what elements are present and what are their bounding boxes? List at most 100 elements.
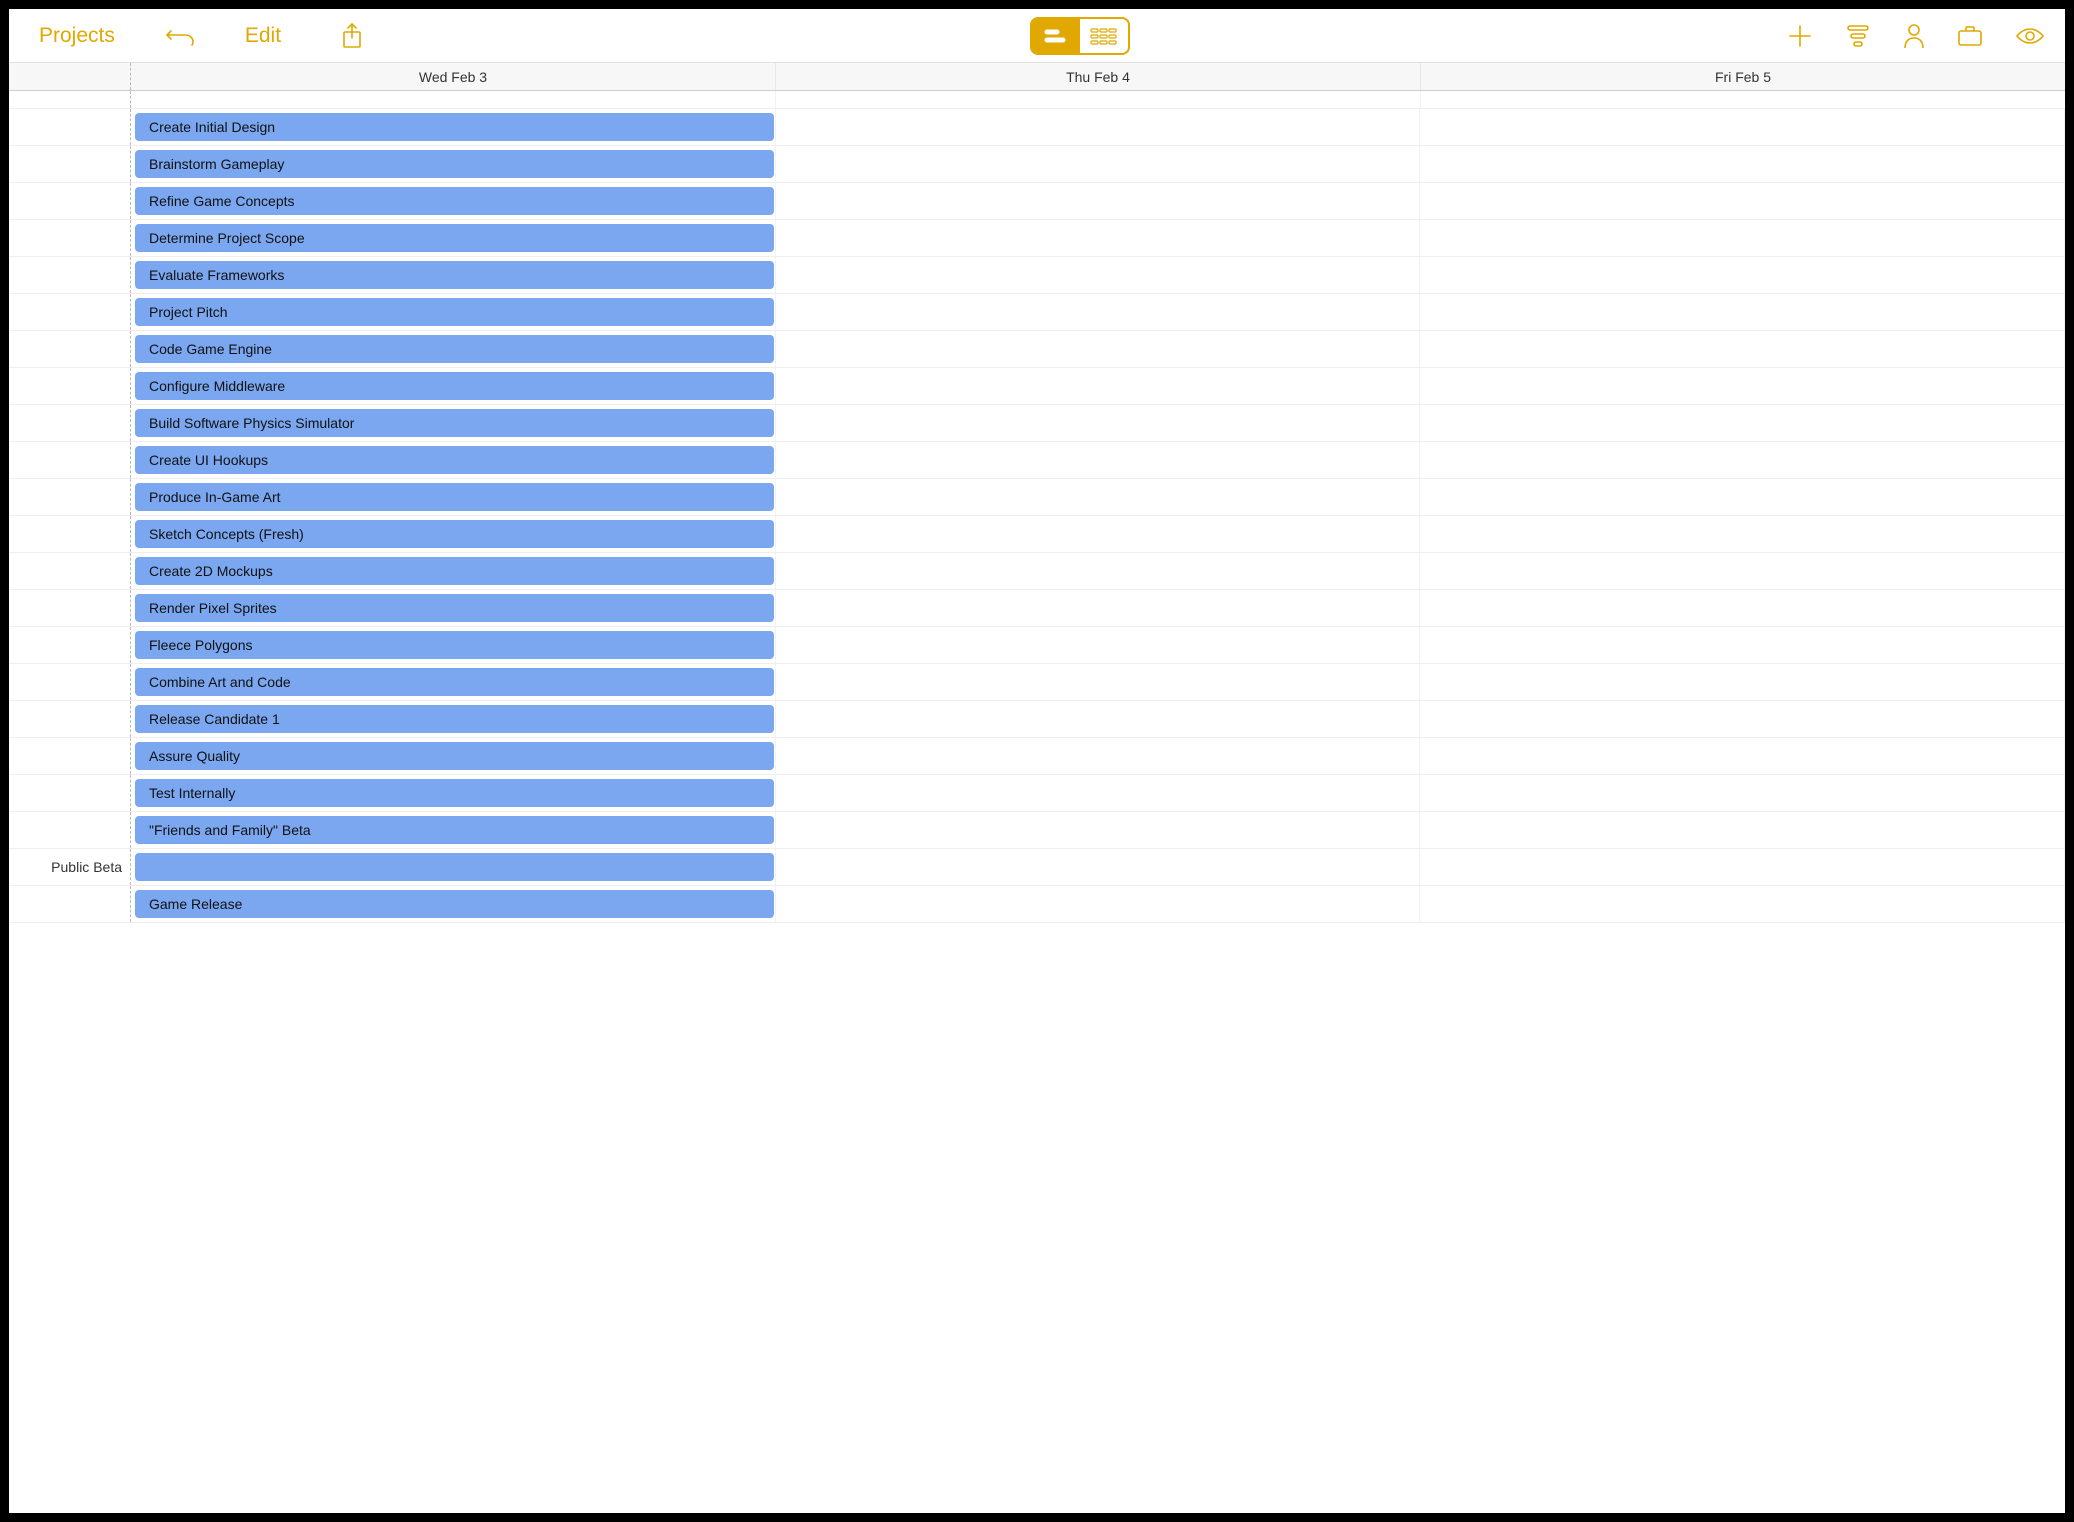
row-day-cell — [1420, 886, 2065, 922]
row-label: Public Beta — [9, 849, 131, 885]
row-day-cell — [1420, 701, 2065, 737]
row-day-cell — [776, 479, 1421, 515]
projects-button[interactable]: Projects — [29, 18, 125, 54]
timeline-row: Produce In-Game Art — [9, 479, 2065, 516]
toolbar-right — [1787, 23, 2045, 49]
task-bar[interactable]: Assure Quality — [135, 742, 774, 770]
row-days: Create 2D Mockups — [131, 553, 2065, 589]
task-bar[interactable]: Project Pitch — [135, 298, 774, 326]
row-days: Code Game Engine — [131, 331, 2065, 367]
row-label — [9, 664, 131, 700]
header-days: Wed Feb 3 Thu Feb 4 Fri Feb 5 — [131, 63, 2065, 90]
person-icon — [1903, 23, 1925, 49]
row-day-cell — [1420, 405, 2065, 441]
header-day-1[interactable]: Thu Feb 4 — [776, 63, 1421, 90]
row-day-cell — [1420, 331, 2065, 367]
toolbar-center — [373, 17, 1787, 55]
timeline-row: Evaluate Frameworks — [9, 257, 2065, 294]
undo-button[interactable] — [155, 19, 205, 53]
timeline-row: Refine Game Concepts — [9, 183, 2065, 220]
share-button[interactable] — [331, 16, 373, 56]
row-day-cell — [776, 109, 1421, 145]
task-bar[interactable]: Determine Project Scope — [135, 224, 774, 252]
row-day-cell — [1420, 368, 2065, 404]
row-label — [9, 516, 131, 552]
row-day-cell — [776, 516, 1421, 552]
task-bar[interactable]: "Friends and Family" Beta — [135, 816, 774, 844]
header-day-2[interactable]: Fri Feb 5 — [1421, 63, 2065, 90]
row-day-cell — [776, 701, 1421, 737]
filters-icon — [1845, 24, 1871, 48]
row-day-cell — [776, 183, 1421, 219]
row-day-cell — [776, 886, 1421, 922]
filters-button[interactable] — [1845, 24, 1871, 48]
row-day-cell — [1420, 553, 2065, 589]
edit-button[interactable]: Edit — [235, 18, 291, 54]
eye-button[interactable] — [2015, 26, 2045, 46]
task-bar[interactable]: Test Internally — [135, 779, 774, 807]
person-button[interactable] — [1903, 23, 1925, 49]
add-button[interactable] — [1787, 23, 1813, 49]
row-day-cell — [1420, 257, 2065, 293]
toolbar: Projects Edit — [9, 9, 2065, 63]
row-days: Build Software Physics Simulator — [131, 405, 2065, 441]
row-days: Brainstorm Gameplay — [131, 146, 2065, 182]
task-bar[interactable]: Create UI Hookups — [135, 446, 774, 474]
task-bar[interactable]: Sketch Concepts (Fresh) — [135, 520, 774, 548]
task-bar[interactable]: Render Pixel Sprites — [135, 594, 774, 622]
timeline-row — [9, 91, 2065, 109]
task-bar[interactable]: Produce In-Game Art — [135, 483, 774, 511]
row-day-cell — [776, 442, 1421, 478]
row-days: Create UI Hookups — [131, 442, 2065, 478]
row-day-cell — [1420, 183, 2065, 219]
row-day-cell — [1420, 627, 2065, 663]
header-day-0[interactable]: Wed Feb 3 — [131, 63, 776, 90]
task-bar[interactable]: Create Initial Design — [135, 113, 774, 141]
task-bar[interactable]: Configure Middleware — [135, 372, 774, 400]
row-day-cell — [1420, 479, 2065, 515]
task-bar[interactable]: Brainstorm Gameplay — [135, 150, 774, 178]
timeline-body[interactable]: Create Initial Design Brainstorm Gameplay… — [9, 91, 2065, 1513]
row-day-cell — [776, 91, 1421, 108]
briefcase-button[interactable] — [1957, 25, 1983, 47]
row-label — [9, 590, 131, 626]
task-bar[interactable]: Refine Game Concepts — [135, 187, 774, 215]
timeline-row: Brainstorm Gameplay — [9, 146, 2065, 183]
task-bar[interactable]: Code Game Engine — [135, 335, 774, 363]
task-bar[interactable]: Create 2D Mockups — [135, 557, 774, 585]
timeline-row: Assure Quality — [9, 738, 2065, 775]
toolbar-left: Projects Edit — [29, 16, 373, 56]
timeline-row: Release Candidate 1 — [9, 701, 2065, 738]
task-bar[interactable]: Release Candidate 1 — [135, 705, 774, 733]
row-day-cell — [776, 220, 1421, 256]
row-label — [9, 331, 131, 367]
task-bar[interactable]: Combine Art and Code — [135, 668, 774, 696]
row-label — [9, 146, 131, 182]
row-day-cell — [776, 664, 1421, 700]
task-bar[interactable]: Evaluate Frameworks — [135, 261, 774, 289]
row-label — [9, 294, 131, 330]
task-bar[interactable]: Game Release — [135, 890, 774, 918]
timeline-row: Configure Middleware — [9, 368, 2065, 405]
gantt-view-icon — [1043, 27, 1069, 45]
row-day-cell — [1420, 516, 2065, 552]
row-day-cell — [1420, 664, 2065, 700]
row-label — [9, 775, 131, 811]
row-day-cell — [776, 590, 1421, 626]
row-day-cell — [776, 812, 1421, 848]
row-day-cell — [776, 146, 1421, 182]
list-view-option[interactable] — [1080, 19, 1128, 53]
share-icon — [341, 22, 363, 50]
eye-icon — [2015, 26, 2045, 46]
task-bar[interactable]: Build Software Physics Simulator — [135, 409, 774, 437]
row-day-cell — [1420, 146, 2065, 182]
timeline-row: Sketch Concepts (Fresh) — [9, 516, 2065, 553]
timeline-row: Combine Art and Code — [9, 664, 2065, 701]
gantt-view-option[interactable] — [1032, 19, 1080, 53]
row-days: Assure Quality — [131, 738, 2065, 774]
task-bar[interactable] — [135, 853, 774, 881]
task-bar[interactable]: Fleece Polygons — [135, 631, 774, 659]
row-day-cell — [1420, 738, 2065, 774]
timeline-row: Build Software Physics Simulator — [9, 405, 2065, 442]
row-day-cell — [131, 91, 776, 108]
